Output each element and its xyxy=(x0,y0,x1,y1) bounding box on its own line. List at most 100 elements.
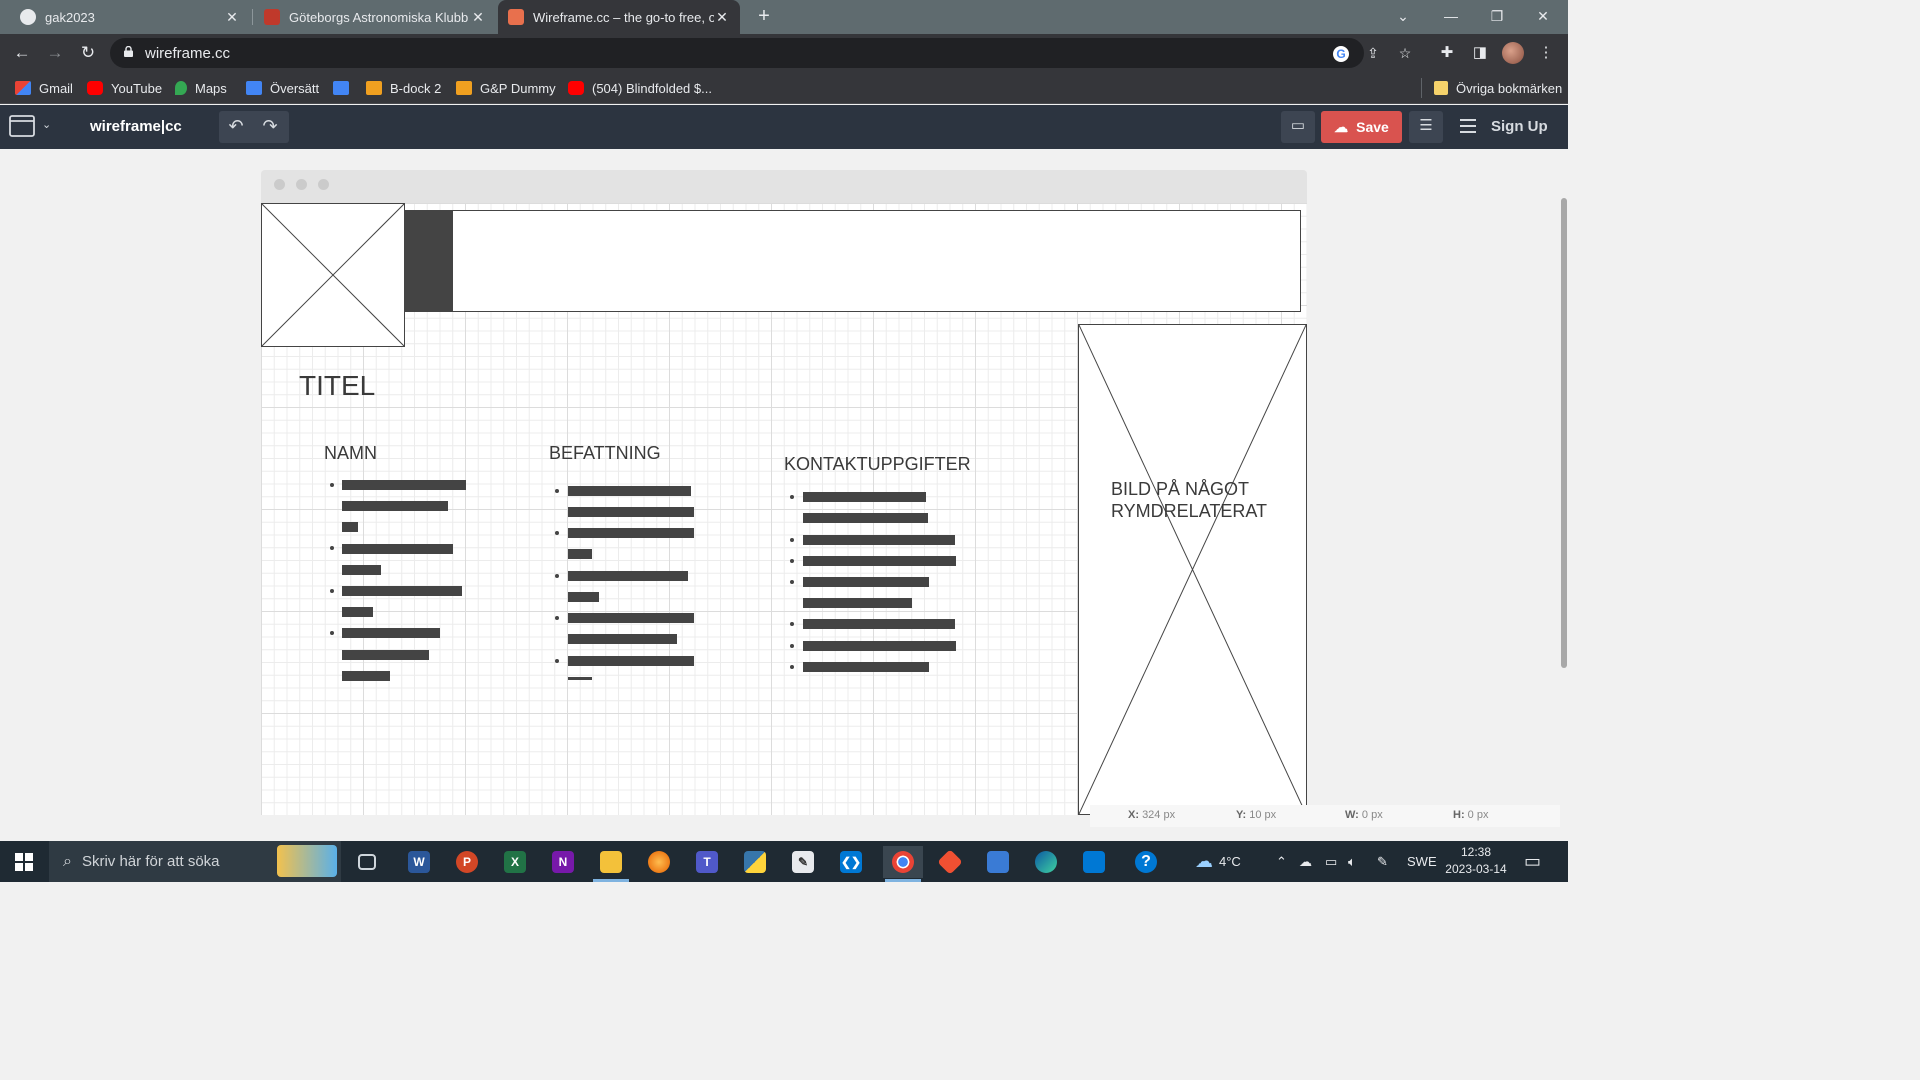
powerpoint-icon[interactable]: P xyxy=(451,846,483,878)
excel-icon[interactable]: X xyxy=(499,846,531,878)
teams-icon[interactable]: T xyxy=(691,846,723,878)
list-bullet xyxy=(330,483,334,487)
comment-icon[interactable]: ▭ xyxy=(1281,111,1315,143)
pen-icon[interactable]: ✎ xyxy=(1377,841,1388,882)
python-icon[interactable] xyxy=(739,846,771,878)
bookmark-youtube[interactable]: YouTube xyxy=(87,79,162,97)
wireframe-logo[interactable]: wireframe|cc xyxy=(90,118,182,135)
bookmark-star-icon[interactable]: ☆ xyxy=(1396,44,1414,62)
battery-icon[interactable]: ▭ xyxy=(1325,841,1337,882)
volume-icon[interactable]: 🔈︎ xyxy=(1348,841,1356,882)
weather-widget[interactable]: ☁ 4°C xyxy=(1195,841,1241,882)
word-icon[interactable]: W xyxy=(403,846,435,878)
close-icon[interactable]: ✕ xyxy=(470,9,486,26)
language-indicator[interactable]: SWE xyxy=(1407,841,1437,882)
side-panel-icon[interactable]: ◨ xyxy=(1470,43,1490,63)
share-icon[interactable]: ⇪ xyxy=(1364,44,1382,62)
hamburger-menu-icon[interactable] xyxy=(1460,119,1476,133)
git-icon[interactable] xyxy=(934,846,966,878)
taskbar-search-box[interactable]: ⌕ Skriv här för att söka xyxy=(49,841,341,882)
onenote-icon[interactable]: N xyxy=(547,846,579,878)
list-bullet xyxy=(790,538,794,542)
photos-icon[interactable] xyxy=(1078,846,1110,878)
back-icon[interactable]: ← xyxy=(9,41,35,67)
bookmark-translate-2[interactable] xyxy=(333,79,357,97)
chrome-icon[interactable] xyxy=(883,846,923,878)
wireframe-title[interactable]: TITEL xyxy=(299,370,375,402)
bookmark-maps[interactable]: Maps xyxy=(175,79,227,97)
column-contact-heading[interactable]: KONTAKTUPPGIFTER xyxy=(784,454,971,475)
help-icon[interactable]: ? xyxy=(1130,846,1162,878)
header-bar-element[interactable] xyxy=(404,210,1301,312)
page-window-icon[interactable] xyxy=(9,115,35,137)
file-explorer-icon[interactable] xyxy=(595,846,627,878)
column-name-heading[interactable]: NAMN xyxy=(324,443,377,464)
bookmark-label: Maps xyxy=(195,80,227,96)
reload-icon[interactable]: ↻ xyxy=(75,41,101,67)
windows-start-icon[interactable] xyxy=(15,853,33,871)
active-app-indicator xyxy=(885,879,921,882)
list-bullet xyxy=(790,580,794,584)
undo-icon[interactable]: ↶ xyxy=(219,111,253,143)
text-line xyxy=(803,598,912,608)
tab-gak2023[interactable]: gak2023 ✕ xyxy=(10,0,250,34)
edge-icon[interactable] xyxy=(1030,846,1062,878)
bookmark-bdock[interactable]: B-dock 2 xyxy=(366,79,441,97)
space-image-caption[interactable]: BILD PÅ NÅGOT RYMDRELATERAT xyxy=(1111,478,1291,522)
tray-chevron-icon[interactable]: ⌃ xyxy=(1276,841,1287,882)
window-close-icon[interactable]: ✕ xyxy=(1520,0,1566,34)
text-line xyxy=(568,656,694,666)
profile-avatar[interactable] xyxy=(1502,42,1524,64)
bookmark-other[interactable]: Övriga bokmärken xyxy=(1434,79,1562,97)
vscode-icon[interactable]: ❮❯ xyxy=(835,846,867,878)
bookmark-label: Översätt xyxy=(270,80,320,96)
minimize-icon[interactable]: — xyxy=(1428,0,1474,34)
jira-icon xyxy=(456,81,472,95)
task-view-icon[interactable] xyxy=(351,846,383,878)
text-line xyxy=(803,535,955,545)
redo-icon[interactable]: ↷ xyxy=(253,111,287,143)
text-line xyxy=(342,522,358,532)
sign-up-link[interactable]: Sign Up xyxy=(1491,118,1548,135)
bookmark-gmail[interactable]: Gmail xyxy=(15,79,73,97)
logo-image-placeholder[interactable] xyxy=(261,203,405,347)
close-icon[interactable]: ✕ xyxy=(714,9,730,26)
active-app-indicator xyxy=(593,879,629,882)
chevron-down-icon[interactable]: ⌄ xyxy=(42,118,51,131)
column-position-heading[interactable]: BEFATTNING xyxy=(549,443,661,464)
settings-sliders-icon[interactable]: ☰ xyxy=(1409,111,1443,143)
google-icon[interactable]: G xyxy=(1332,44,1350,62)
browser-toolbar: ← → ↻ wireframe.cc G ⇪ ☆ ✚ ◨ ⋮ xyxy=(0,34,1568,72)
bookmark-label: (504) Blindfolded $... xyxy=(592,80,712,96)
extensions-icon[interactable]: ✚ xyxy=(1437,43,1457,63)
menu-kebab-icon[interactable]: ⋮ xyxy=(1536,43,1556,63)
onedrive-icon[interactable]: ☁ xyxy=(1299,841,1312,882)
notification-icon[interactable]: ▭ xyxy=(1524,841,1541,882)
document-editor-icon[interactable]: ✎ xyxy=(787,846,819,878)
header-dark-block[interactable] xyxy=(404,210,453,312)
scrollbar-thumb[interactable] xyxy=(1561,198,1567,668)
h-value: 0 px xyxy=(1467,809,1489,821)
save-button[interactable]: ☁ Save xyxy=(1321,111,1402,143)
bookmark-blindfolded[interactable]: (504) Blindfolded $... xyxy=(568,79,712,97)
url-text: wireframe.cc xyxy=(145,45,231,62)
tab-astronomiska[interactable]: Göteborgs Astronomiska Klubb ✕ xyxy=(254,0,496,34)
address-bar[interactable]: wireframe.cc G ⇪ ☆ xyxy=(110,38,1411,68)
close-icon[interactable]: ✕ xyxy=(224,9,240,26)
bookmark-gp-dummy[interactable]: G&P Dummy xyxy=(456,79,556,97)
text-line xyxy=(803,513,928,523)
system-clock[interactable]: 12:38 2023-03-14 xyxy=(1438,844,1514,878)
cloud-icon: ☁ xyxy=(1195,851,1213,871)
space-image-placeholder[interactable] xyxy=(1078,324,1307,815)
restore-icon[interactable]: ❐ xyxy=(1474,0,1520,34)
tab-search-icon[interactable]: ⌄ xyxy=(1380,0,1426,34)
forward-icon[interactable]: → xyxy=(42,41,68,67)
new-tab-button[interactable]: + xyxy=(752,5,776,29)
tab-wireframe[interactable]: Wireframe.cc – the go-to free, on ✕ xyxy=(498,0,740,34)
bookmark-translate[interactable]: Översätt xyxy=(246,79,319,97)
text-line xyxy=(568,486,691,496)
text-line xyxy=(342,671,390,681)
firefox-icon[interactable] xyxy=(643,846,675,878)
y-value: 10 px xyxy=(1249,809,1277,821)
network-tool-icon[interactable] xyxy=(982,846,1014,878)
